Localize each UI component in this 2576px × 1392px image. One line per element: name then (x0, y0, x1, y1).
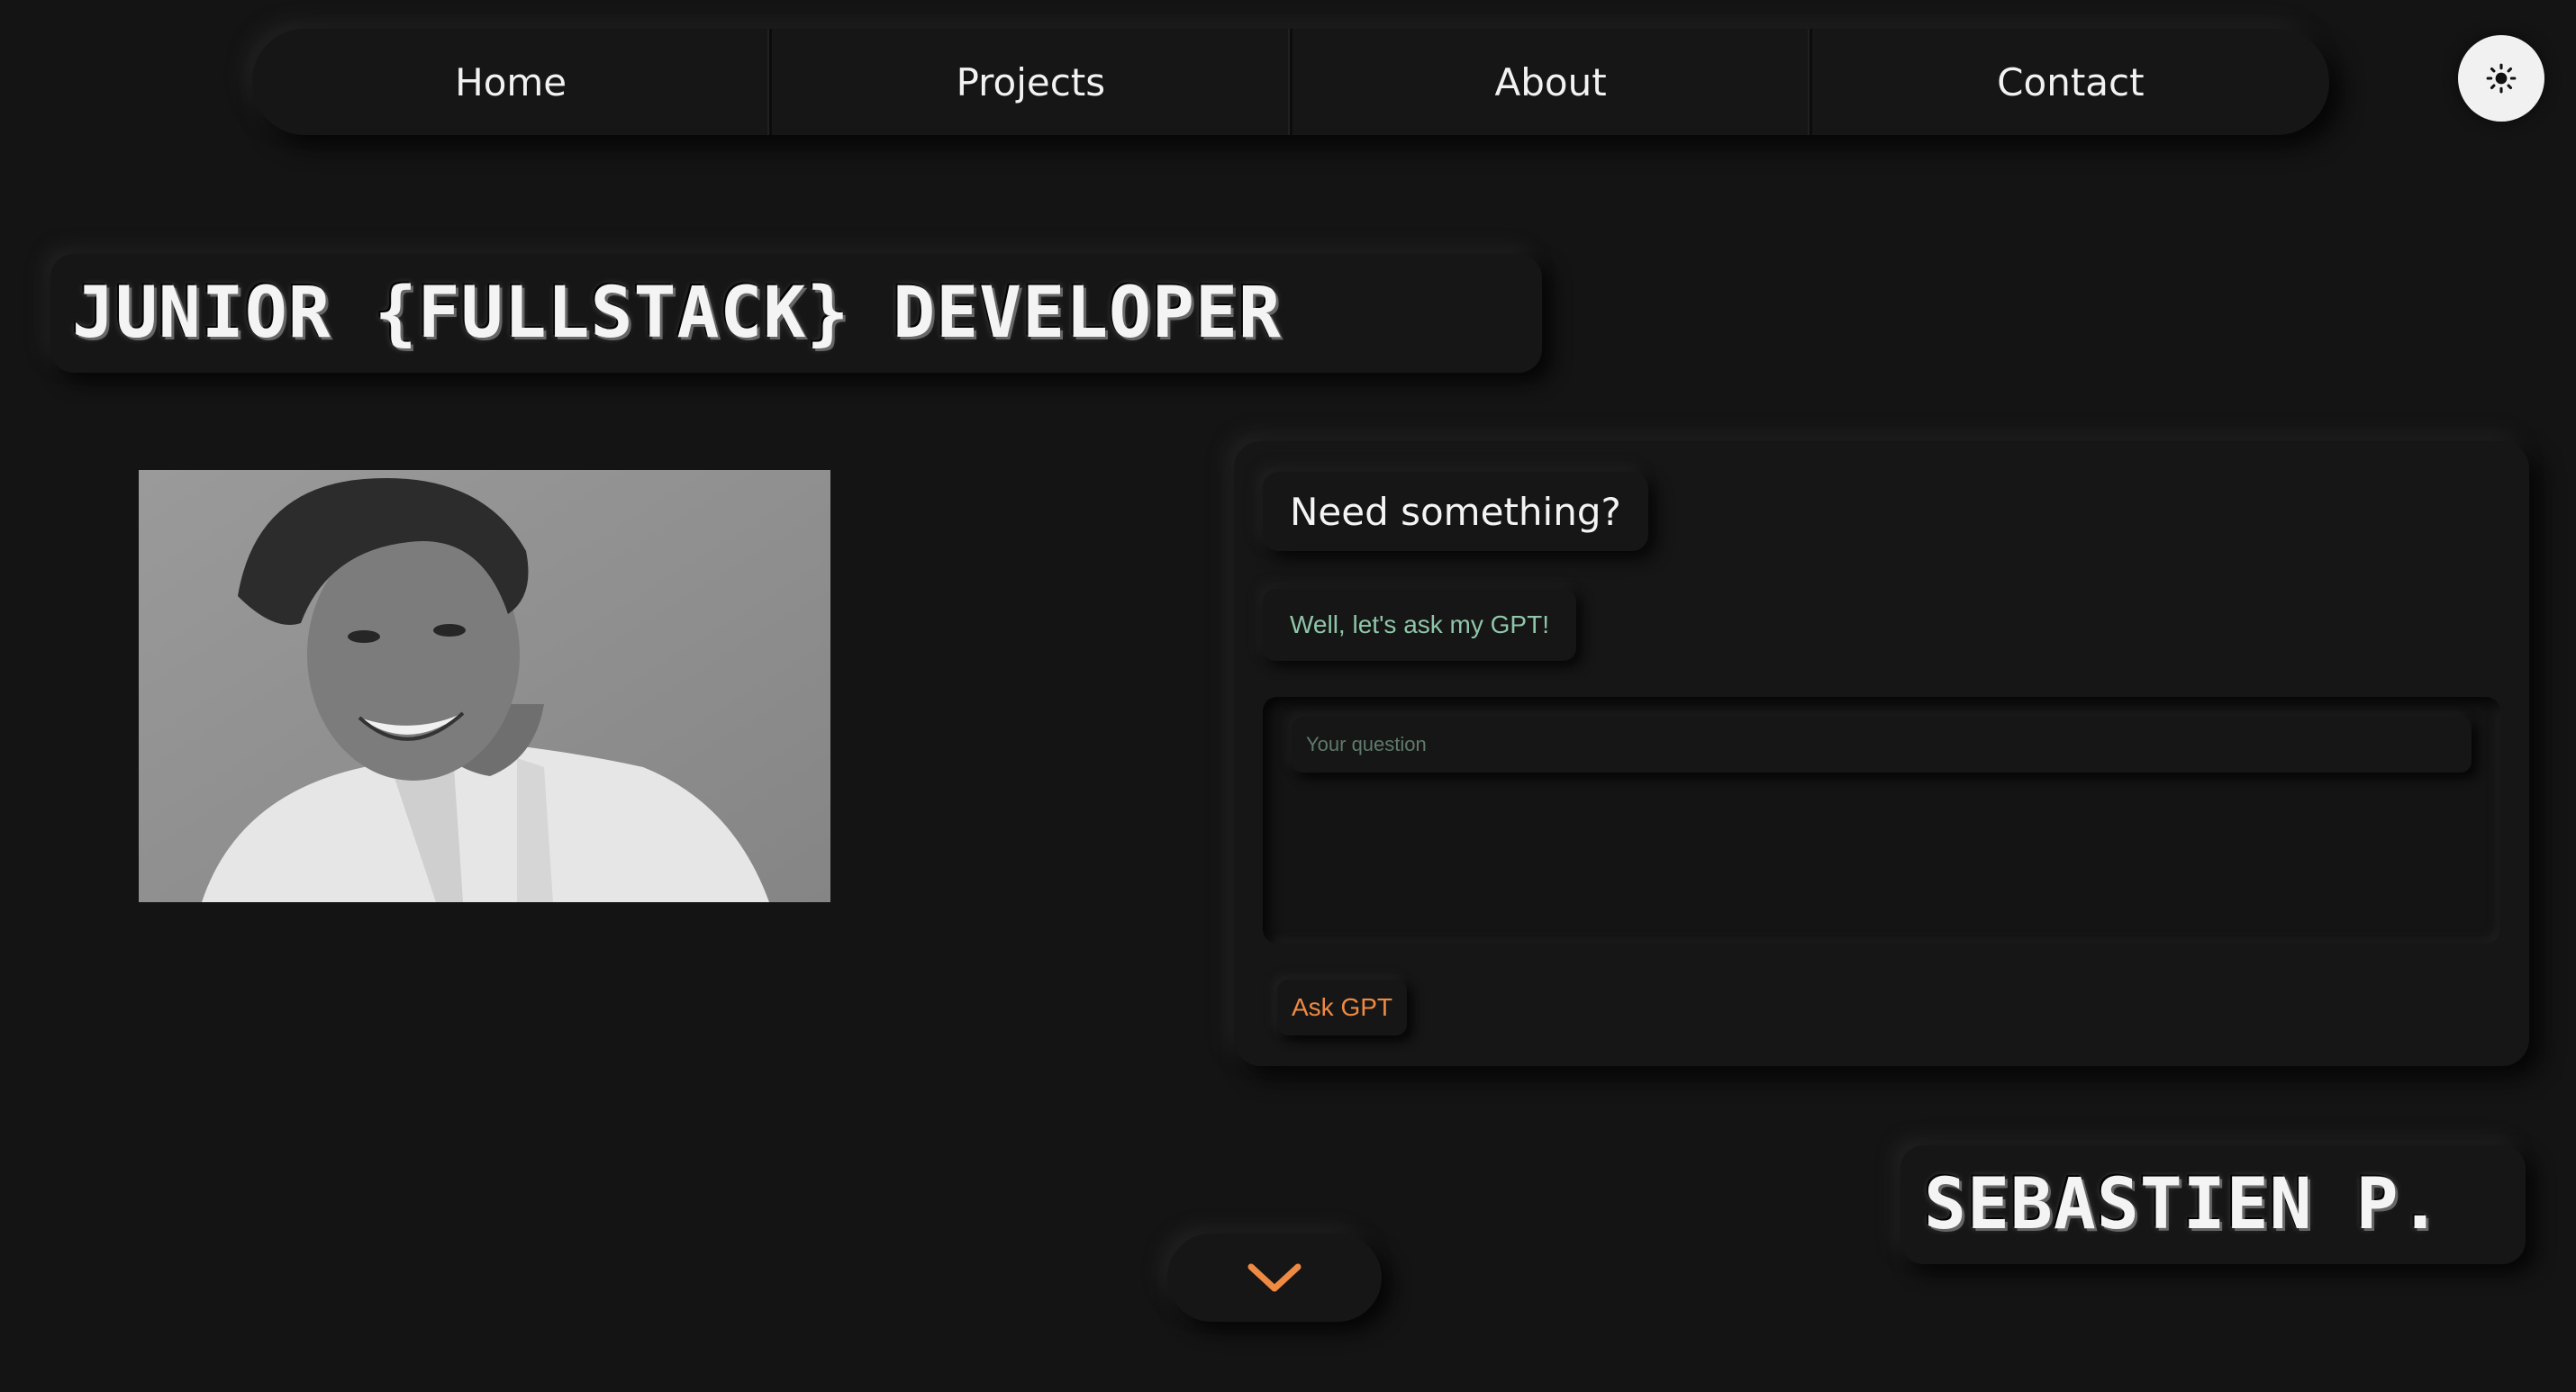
scroll-down-button[interactable] (1167, 1234, 1382, 1322)
chat-heading: Need something? (1263, 472, 1648, 551)
name-card: SEBASTIEN P. (1900, 1145, 2526, 1264)
chat-input-area (1263, 697, 2500, 944)
role-title: JUNIOR {FULLSTACK} DEVELOPER (72, 273, 1282, 354)
nav-item-contact[interactable]: Contact (1812, 29, 2329, 135)
chevron-down-icon (1247, 1263, 1302, 1292)
nav-item-home[interactable]: Home (252, 29, 773, 135)
nav-item-projects[interactable]: Projects (772, 29, 1293, 135)
main-nav: Home Projects About Contact (252, 29, 2329, 135)
ask-gpt-button[interactable]: Ask GPT (1277, 980, 1408, 1035)
nav-item-about[interactable]: About (1293, 29, 1812, 135)
gpt-chat-panel: Need something? Well, let's ask my GPT! … (1234, 441, 2529, 1066)
role-title-card: JUNIOR {FULLSTACK} DEVELOPER (50, 254, 1542, 373)
theme-toggle-button[interactable] (2458, 35, 2544, 122)
sun-icon (2486, 63, 2517, 94)
name-title: SEBASTIEN P. (1924, 1164, 2443, 1245)
chat-subheading: Well, let's ask my GPT! (1263, 589, 1576, 661)
profile-photo (139, 470, 830, 902)
question-input[interactable] (1292, 717, 2472, 773)
